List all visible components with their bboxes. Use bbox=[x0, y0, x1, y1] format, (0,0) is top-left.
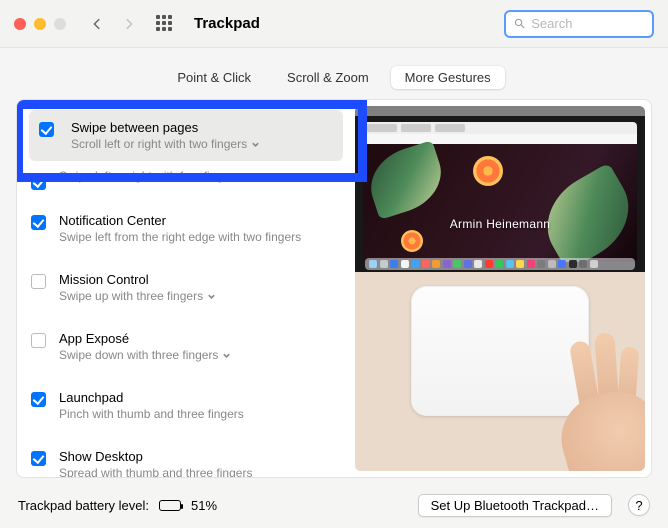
setup-bluetooth-trackpad-button[interactable]: Set Up Bluetooth Trackpad… bbox=[418, 494, 612, 517]
chevron-left-icon bbox=[90, 17, 104, 31]
preview-dock bbox=[365, 258, 635, 270]
gesture-preview: Armin Heinemann bbox=[355, 106, 645, 471]
checkbox-swipe-between-pages[interactable] bbox=[39, 122, 54, 137]
opt-launchpad[interactable]: Launchpad Pinch with thumb and three fin… bbox=[17, 382, 355, 429]
chevron-right-icon bbox=[122, 17, 136, 31]
chevron-down-icon bbox=[244, 172, 253, 181]
preview-browser-window: Armin Heinemann bbox=[363, 122, 637, 262]
gesture-options-list: Swipe between pages Scroll left or right… bbox=[17, 100, 355, 477]
opt-subtitle[interactable]: Swipe left or right with four fingers bbox=[59, 169, 345, 183]
tabs-row: Point & Click Scroll & Zoom More Gesture… bbox=[0, 66, 668, 89]
flower-graphic bbox=[401, 230, 423, 252]
toolbar: Trackpad bbox=[0, 0, 668, 48]
opt-subtitle: Pinch with thumb and three fingers bbox=[59, 407, 345, 421]
chevron-down-icon bbox=[207, 292, 216, 301]
forward-button[interactable] bbox=[118, 13, 140, 35]
window-controls bbox=[14, 18, 66, 30]
tab-more-gestures[interactable]: More Gestures bbox=[391, 66, 505, 89]
battery-percent: 51% bbox=[191, 498, 217, 513]
tab-point-click[interactable]: Point & Click bbox=[163, 66, 265, 89]
battery-icon bbox=[159, 500, 181, 511]
preview-desk bbox=[355, 272, 645, 471]
search-input[interactable] bbox=[531, 16, 644, 31]
preview-photo-caption: Armin Heinemann bbox=[450, 217, 551, 231]
opt-show-desktop[interactable]: Show Desktop Spread with thumb and three… bbox=[17, 441, 355, 478]
opt-subtitle: Swipe left from the right edge with two … bbox=[59, 230, 345, 244]
opt-title: Notification Center bbox=[59, 213, 345, 228]
checkbox-mission-control[interactable] bbox=[31, 274, 46, 289]
preview-menubar bbox=[355, 106, 645, 116]
checkbox-show-desktop[interactable] bbox=[31, 451, 46, 466]
leaf-graphic bbox=[531, 162, 637, 262]
chevron-down-icon bbox=[251, 140, 260, 149]
search-icon bbox=[514, 17, 525, 30]
flower-graphic bbox=[473, 156, 503, 186]
opt-mission-control[interactable]: Mission Control Swipe up with three fing… bbox=[17, 264, 355, 311]
leaf-graphic bbox=[363, 140, 450, 220]
gestures-panel: Swipe between pages Scroll left or right… bbox=[16, 99, 652, 478]
opt-subtitle: Spread with thumb and three fingers bbox=[59, 466, 345, 478]
opt-swipe-between-pages[interactable]: Swipe between pages Scroll left or right… bbox=[29, 110, 343, 161]
preview-hand bbox=[535, 345, 645, 471]
zoom-window-button[interactable] bbox=[54, 18, 66, 30]
opt-title: App Exposé bbox=[59, 331, 345, 346]
checkbox-app-expose[interactable] bbox=[31, 333, 46, 348]
chevron-down-icon bbox=[222, 351, 231, 360]
help-button[interactable]: ? bbox=[628, 494, 650, 516]
opt-title: Show Desktop bbox=[59, 449, 345, 464]
opt-title: Mission Control bbox=[59, 272, 345, 287]
search-field[interactable] bbox=[504, 10, 654, 38]
opt-subtitle[interactable]: Scroll left or right with two fingers bbox=[71, 137, 333, 151]
opt-swipe-fullscreen-apps[interactable]: Swipe left or right with four fingers bbox=[17, 165, 355, 191]
bottom-bar: Trackpad battery level: 51% Set Up Bluet… bbox=[0, 482, 668, 528]
pane-title: Trackpad bbox=[194, 15, 260, 32]
preview-screen: Armin Heinemann bbox=[355, 106, 645, 272]
opt-app-expose[interactable]: App Exposé Swipe down with three fingers bbox=[17, 323, 355, 370]
checkbox-notification-center[interactable] bbox=[31, 215, 46, 230]
close-window-button[interactable] bbox=[14, 18, 26, 30]
opt-title: Swipe between pages bbox=[71, 120, 333, 135]
back-button[interactable] bbox=[86, 13, 108, 35]
opt-title: Launchpad bbox=[59, 390, 345, 405]
show-all-button[interactable] bbox=[156, 15, 174, 33]
checkbox-launchpad[interactable] bbox=[31, 392, 46, 407]
checkbox-swipe-fullscreen[interactable] bbox=[31, 175, 46, 190]
minimize-window-button[interactable] bbox=[34, 18, 46, 30]
tab-scroll-zoom[interactable]: Scroll & Zoom bbox=[273, 66, 383, 89]
battery-label: Trackpad battery level: bbox=[18, 498, 149, 513]
opt-subtitle[interactable]: Swipe up with three fingers bbox=[59, 289, 345, 303]
opt-notification-center[interactable]: Notification Center Swipe left from the … bbox=[17, 205, 355, 252]
opt-subtitle[interactable]: Swipe down with three fingers bbox=[59, 348, 345, 362]
trackpad-preference-pane: Trackpad Point & Click Scroll & Zoom Mor… bbox=[0, 0, 668, 528]
